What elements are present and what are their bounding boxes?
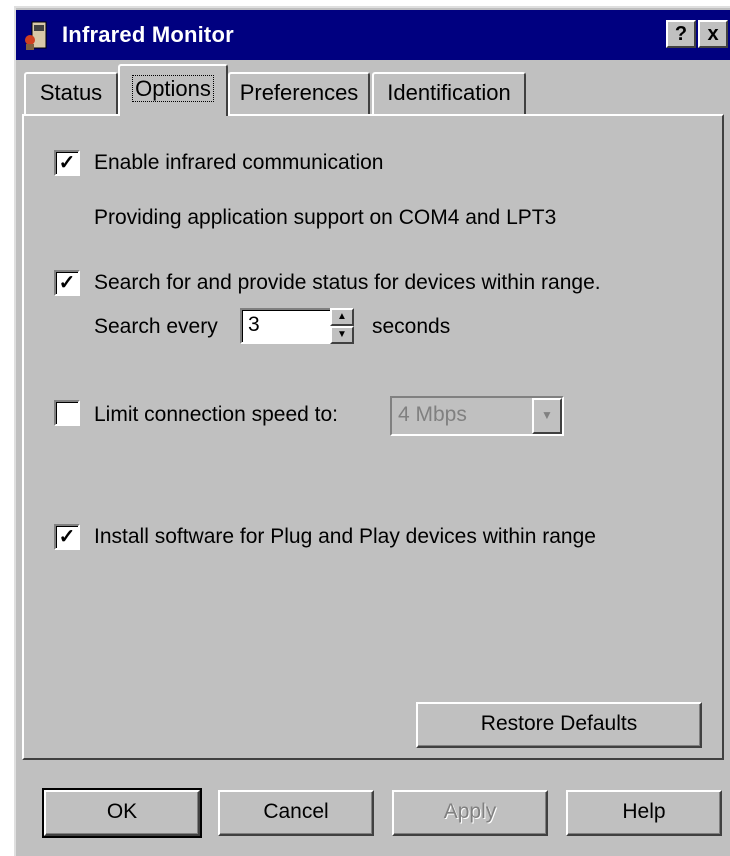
install-pnp-checkbox[interactable]: ✓ — [54, 524, 80, 550]
speed-dropdown[interactable]: 4 Mbps ▼ — [390, 396, 564, 436]
check-icon: ✓ — [58, 152, 76, 174]
enable-infrared-checkbox[interactable]: ✓ — [54, 150, 80, 176]
check-icon: ✓ — [58, 526, 76, 548]
limit-speed-label: Limit connection speed to: — [94, 403, 338, 426]
ok-button[interactable]: OK — [42, 788, 202, 838]
tab-options-label: Options — [132, 75, 214, 102]
title-bar: Infrared Monitor ? x — [16, 10, 730, 60]
window-title: Infrared Monitor — [62, 22, 234, 47]
close-icon[interactable]: x — [698, 20, 728, 48]
restore-defaults-button[interactable]: Restore Defaults — [416, 702, 702, 748]
spin-down-icon[interactable]: ▼ — [330, 326, 354, 344]
apply-button[interactable]: Apply — [392, 790, 548, 836]
spin-up-icon[interactable]: ▲ — [330, 308, 354, 326]
help-title-button[interactable]: ? — [666, 20, 696, 48]
infrared-monitor-icon — [25, 21, 47, 50]
search-interval-spinner: ▲ ▼ — [330, 308, 354, 344]
install-pnp-label: Install software for Plug and Play devic… — [94, 525, 596, 548]
tab-preferences[interactable]: Preferences — [228, 72, 370, 114]
search-devices-checkbox[interactable]: ✓ — [54, 270, 80, 296]
cancel-button[interactable]: Cancel — [218, 790, 374, 836]
search-every-label: Search every — [94, 315, 218, 338]
limit-speed-checkbox[interactable] — [54, 400, 80, 426]
help-button[interactable]: Help — [566, 790, 722, 836]
search-devices-label: Search for and provide status for device… — [94, 271, 601, 294]
speed-value: 4 Mbps — [398, 403, 467, 426]
enable-infrared-label: Enable infrared communication — [94, 151, 384, 174]
support-text: Providing application support on COM4 an… — [94, 206, 557, 229]
tab-status[interactable]: Status — [24, 72, 118, 114]
tab-options[interactable]: Options — [118, 64, 228, 116]
check-icon: ✓ — [58, 272, 76, 294]
chevron-down-icon[interactable]: ▼ — [532, 398, 562, 434]
seconds-label: seconds — [372, 315, 451, 338]
tab-identification[interactable]: Identification — [372, 72, 526, 114]
